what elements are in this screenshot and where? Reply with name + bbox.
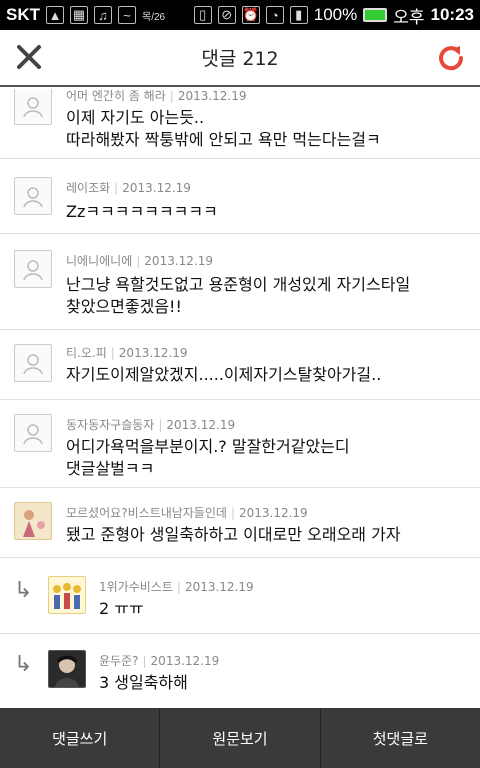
comment-item: 모르셨어요?비스트내남자들인데 | 2013.12.19 됐고 준형아 생일축하하고…	[0, 488, 480, 558]
comment-date: 2013.12.19	[177, 89, 247, 103]
default-avatar-icon	[14, 89, 52, 125]
ampm-label: 오후	[393, 7, 425, 27]
comment-text: 자기도이제알았겠지.....이제자기스탈찾아가길..	[66, 365, 382, 384]
refresh-icon[interactable]	[434, 40, 468, 74]
comment-date: 2013.12.19	[166, 418, 236, 432]
default-avatar-icon	[14, 177, 52, 215]
user-avatar	[48, 576, 86, 614]
comment-text: 찾았으면좋겠음!!	[66, 297, 182, 316]
battery-percent: 100%	[313, 5, 358, 24]
reply-text: 2 ㅠㅠ	[99, 599, 144, 618]
reply-arrow-icon: ↳	[14, 652, 33, 677]
page-title: 댓글 212	[201, 48, 279, 70]
default-avatar-icon	[14, 344, 52, 382]
reply-date: 2013.12.19	[150, 654, 220, 668]
image-icon: ▲	[46, 6, 64, 24]
comment-item: 레이조화 | 2013.12.19 Zzㅋㅋㅋㅋㅋㅋㅋㅋㅋ	[0, 159, 480, 234]
status-bar: SKT ▲ ▦ ♫ ~ 목/26 ▯ ⊘ ⏰ ◔ ▮ 100% 오후 10:23	[0, 0, 480, 30]
comment-item: 동자동자구슬동자 | 2013.12.19 어디가욕먹을부분이지.? 말잘한거같았는…	[0, 400, 480, 488]
comment-date: 2013.12.19	[144, 254, 214, 268]
comment-item: 니에니에니에 | 2013.12.19 난그냥 욕할것도없고 용준형이 개성있게 자…	[0, 234, 480, 330]
user-avatar	[48, 650, 86, 688]
alarm-icon: ⏰	[241, 6, 260, 24]
rotate-icon: ▯	[193, 6, 212, 24]
battery-icon	[363, 8, 388, 22]
comment-author: 어머 엔간히 좀 해라	[66, 89, 166, 103]
comment-date: 2013.12.19	[118, 346, 188, 360]
comment-date: 2013.12.19	[238, 506, 308, 520]
date-badge: 목/26	[142, 11, 166, 23]
chart-icon: ~	[118, 6, 136, 24]
comment-author: 동자동자구슬동자	[66, 418, 155, 432]
gallery-icon: ▦	[70, 6, 88, 24]
reply-author: 1위가수비스트	[99, 580, 173, 594]
first-comment-button[interactable]: 첫댓글로	[321, 708, 480, 768]
top-header: 댓글 212	[0, 30, 480, 87]
write-comment-button[interactable]: 댓글쓰기	[0, 708, 161, 768]
comment-list[interactable]: 어머 엔간히 좀 해라 | 2013.12.19 이제 자기도 아는듯.. 따라해봤…	[0, 89, 480, 708]
user-avatar	[14, 502, 52, 540]
view-original-button[interactable]: 원문보기	[160, 708, 321, 768]
comment-author: 모르셨어요?비스트내남자들인데	[66, 506, 227, 520]
comment-text: 따라해봤자 짝퉁밖에 안되고 욕만 먹는다는걸ㅋ	[66, 130, 381, 149]
comment-text: 어디가욕먹을부분이지.? 말잘한거같았는디	[66, 437, 350, 456]
reply-arrow-icon: ↳	[14, 578, 33, 603]
comment-text: 난그냥 욕할것도없고 용준형이 개성있게 자기스타일	[66, 275, 411, 294]
music-icon: ♫	[94, 6, 112, 24]
comment-text: Zzㅋㅋㅋㅋㅋㅋㅋㅋㅋ	[66, 202, 218, 221]
carrier-label: SKT	[6, 5, 40, 24]
bottom-action-bar: 댓글쓰기 원문보기 첫댓글로	[0, 708, 480, 768]
default-avatar-icon	[14, 414, 52, 452]
comment-text: 댓글살벌ㅋㅋ	[66, 459, 155, 478]
reply-date: 2013.12.19	[184, 580, 254, 594]
signal-icon: ▮	[289, 6, 308, 24]
reply-author: 윤두준?	[99, 654, 139, 668]
clock: 10:23	[430, 5, 474, 24]
reply-item: ↳ 윤두준? | 2013.12.19 3 생일축하해	[0, 634, 480, 708]
comment-date: 2013.12.19	[122, 181, 191, 195]
reply-item: ↳ 1위가수비스트 | 2013.12.19 2 ㅠㅠ	[0, 558, 480, 634]
reply-text: 3 생일축하해	[99, 673, 188, 692]
default-avatar-icon	[14, 250, 52, 288]
wifi-icon: ◔	[265, 6, 284, 24]
comment-author: 레이조화	[66, 181, 111, 195]
mute-icon: ⊘	[217, 6, 236, 24]
comment-author: 티.오.피	[66, 346, 107, 360]
close-icon[interactable]	[12, 40, 46, 74]
comment-text: 됐고 준형아 생일축하하고 이대로만 오래오래 가자	[66, 525, 401, 544]
comment-item: 티.오.피 | 2013.12.19 자기도이제알았겠지.....이제자기스탈찾아가…	[0, 330, 480, 400]
comment-author: 니에니에니에	[66, 254, 133, 268]
comment-text: 이제 자기도 아는듯..	[66, 108, 205, 127]
comment-item: 어머 엔간히 좀 해라 | 2013.12.19 이제 자기도 아는듯.. 따라해봤…	[0, 89, 480, 159]
